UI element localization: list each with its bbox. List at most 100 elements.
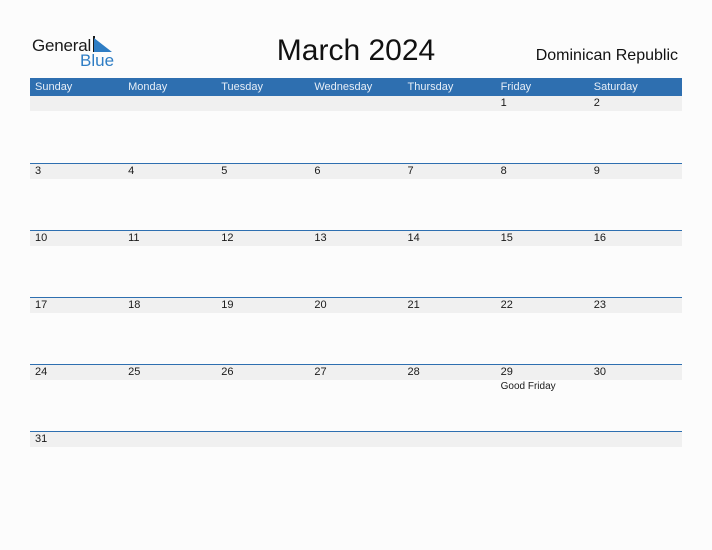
day-cell: 19 [216, 298, 310, 313]
weekday-monday: Monday [128, 81, 168, 93]
day-cell: 23 [588, 298, 682, 313]
day-number [123, 432, 217, 447]
day-cell: 28 [402, 365, 496, 392]
day-number: 21 [402, 298, 496, 313]
day-cell: 6 [309, 164, 403, 179]
calendar-week: 12 [30, 96, 682, 163]
day-cell [216, 96, 310, 111]
day-number: 18 [123, 298, 217, 313]
day-cell: 13 [309, 231, 403, 246]
weekday-sunday: Sunday [35, 81, 73, 93]
calendar-week: 17 18 19 20 21 22 23 [30, 297, 682, 364]
week-cells: 3456789 [30, 164, 682, 179]
calendar-week: 31 [30, 431, 682, 498]
day-cell: 16 [588, 231, 682, 246]
day-cell [216, 432, 310, 447]
day-cell [309, 432, 403, 447]
day-number: 24 [30, 365, 124, 380]
day-cell: 25 [123, 365, 217, 392]
day-cell: 18 [123, 298, 217, 313]
day-number: 11 [123, 231, 217, 246]
week-cells: 24 25 26 27 28 29 Good Friday 30 [30, 365, 682, 392]
day-cell: 21 [402, 298, 496, 313]
day-number [30, 96, 124, 111]
day-cell: 3 [30, 164, 124, 179]
day-number: 27 [309, 365, 403, 380]
day-number: 17 [30, 298, 124, 313]
day-number: 20 [309, 298, 403, 313]
day-number: 30 [588, 365, 682, 380]
day-number: 31 [30, 432, 124, 447]
day-number [402, 96, 496, 111]
calendar-week: 24 25 26 27 28 29 Good Friday 30 [30, 364, 682, 431]
day-number [123, 96, 217, 111]
weekday-header: Sunday Monday Tuesday Wednesday Thursday… [30, 78, 682, 96]
day-cell [123, 432, 217, 447]
day-cell [588, 432, 682, 447]
day-number: 14 [402, 231, 496, 246]
day-number: 5 [216, 164, 310, 179]
day-number [309, 96, 403, 111]
day-number: 28 [402, 365, 496, 380]
day-cell: 7 [402, 164, 496, 179]
weekday-thursday: Thursday [407, 81, 454, 93]
weekday-wednesday: Wednesday [314, 81, 373, 93]
day-number [495, 432, 589, 447]
day-cell [402, 96, 496, 111]
day-number [309, 432, 403, 447]
day-cell: 4 [123, 164, 217, 179]
day-cell [30, 96, 124, 111]
day-number [588, 432, 682, 447]
day-number [216, 96, 310, 111]
day-number: 15 [495, 231, 589, 246]
day-number: 19 [216, 298, 310, 313]
day-number: 25 [123, 365, 217, 380]
day-cell: 29 Good Friday [495, 365, 589, 392]
calendar-week: 10 11 12 13 14 15 16 [30, 230, 682, 297]
day-number: 13 [309, 231, 403, 246]
calendar-grid: Sunday Monday Tuesday Wednesday Thursday… [30, 78, 682, 498]
day-number [216, 432, 310, 447]
day-cell: 15 [495, 231, 589, 246]
day-number: 3 [30, 164, 124, 179]
weekday-friday: Friday [500, 81, 532, 93]
week-cells: 12 [30, 96, 682, 111]
week-cells: 10 11 12 13 14 15 16 [30, 231, 682, 246]
day-cell: 2 [588, 96, 682, 111]
day-number [402, 432, 496, 447]
day-cell: 5 [216, 164, 310, 179]
day-number: 12 [216, 231, 310, 246]
day-number: 29 [495, 365, 589, 380]
day-cell: 1 [495, 96, 589, 111]
day-number: 4 [123, 164, 217, 179]
day-cell: 12 [216, 231, 310, 246]
day-cell [495, 432, 589, 447]
weeks-container: 1 2 3 4 5 6 7 8 9 10 11 12 13 14 15 16 17 18 19 20 21 22 23 24 2… [30, 96, 682, 498]
day-cell: 10 [30, 231, 124, 246]
weekday-tuesday: Tuesday [221, 81, 264, 93]
day-cell: 24 [30, 365, 124, 392]
day-number: 2 [588, 96, 682, 111]
day-cell [309, 96, 403, 111]
day-number: 23 [588, 298, 682, 313]
calendar-week: 3456789 [30, 163, 682, 230]
day-cell: 31 [30, 432, 124, 447]
week-cells: 31 [30, 432, 682, 447]
weekday-saturday: Saturday [593, 81, 638, 93]
day-cell: 14 [402, 231, 496, 246]
day-number: 1 [495, 96, 589, 111]
day-number: 10 [30, 231, 124, 246]
day-cell: 30 [588, 365, 682, 392]
day-cell [402, 432, 496, 447]
day-cell: 9 [588, 164, 682, 179]
day-number: 6 [309, 164, 403, 179]
day-number: 9 [588, 164, 682, 179]
day-number: 22 [495, 298, 589, 313]
day-number: 16 [588, 231, 682, 246]
day-cell: 17 [30, 298, 124, 313]
day-number: 7 [402, 164, 496, 179]
week-cells: 17 18 19 20 21 22 23 [30, 298, 682, 313]
day-number: 26 [216, 365, 310, 380]
day-cell: 22 [495, 298, 589, 313]
day-cell: 27 [309, 365, 403, 392]
